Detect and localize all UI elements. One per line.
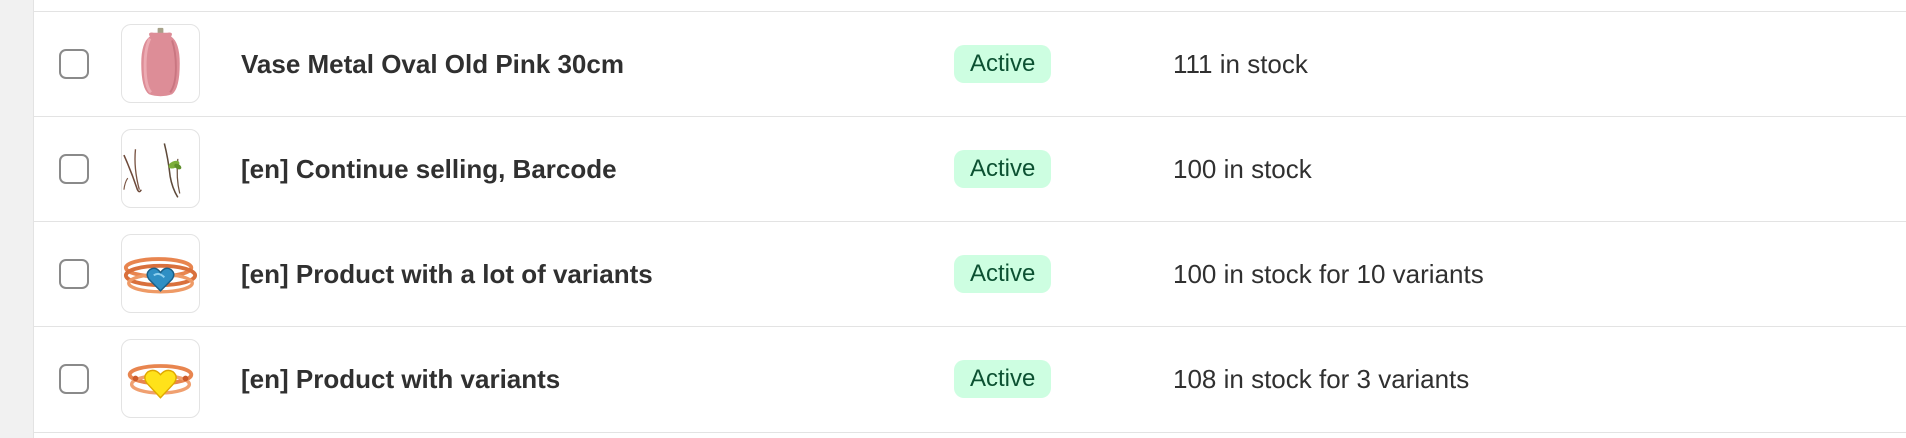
branches-icon: [123, 143, 182, 198]
product-thumbnail[interactable]: [121, 24, 200, 103]
product-title[interactable]: Vase Metal Oval Old Pink 30cm: [241, 49, 624, 79]
yellow-heart-ring-icon: [127, 364, 194, 399]
status-badge: Active: [954, 45, 1052, 83]
table-row[interactable]: [en] Continue selling, Barcode Active 10…: [34, 117, 1906, 222]
product-thumbnail[interactable]: [121, 234, 200, 313]
product-title[interactable]: [en] Product with variants: [241, 364, 560, 394]
product-rows: Vase Metal Oval Old Pink 30cm Active 111…: [34, 12, 1906, 433]
product-title[interactable]: [en] Product with a lot of variants: [241, 259, 653, 289]
product-table: Vase Metal Oval Old Pink 30cm Active 111…: [33, 0, 1906, 438]
table-row[interactable]: [en] Product with a lot of variants Acti…: [34, 222, 1906, 327]
table-row[interactable]: [en] Product with variants Active 108 in…: [34, 327, 1906, 433]
table-row[interactable]: Vase Metal Oval Old Pink 30cm Active 111…: [34, 12, 1906, 117]
inventory-text: 100 in stock for 10 variants: [1173, 259, 1484, 289]
row-select-checkbox[interactable]: [59, 364, 89, 394]
inventory-text: 108 in stock for 3 variants: [1173, 364, 1470, 394]
row-select-checkbox[interactable]: [59, 49, 89, 79]
product-thumbnail[interactable]: [121, 129, 200, 208]
blue-heart-ring-icon: [123, 257, 198, 294]
row-select-checkbox[interactable]: [59, 154, 89, 184]
status-badge: Active: [954, 150, 1052, 188]
inventory-text: 100 in stock: [1173, 154, 1312, 184]
pink-vase-icon: [141, 27, 180, 97]
status-badge: Active: [954, 255, 1052, 293]
product-title[interactable]: [en] Continue selling, Barcode: [241, 154, 617, 184]
product-thumbnail[interactable]: [121, 339, 200, 418]
status-badge: Active: [954, 360, 1052, 398]
row-select-checkbox[interactable]: [59, 259, 89, 289]
inventory-text: 111 in stock: [1173, 49, 1308, 79]
